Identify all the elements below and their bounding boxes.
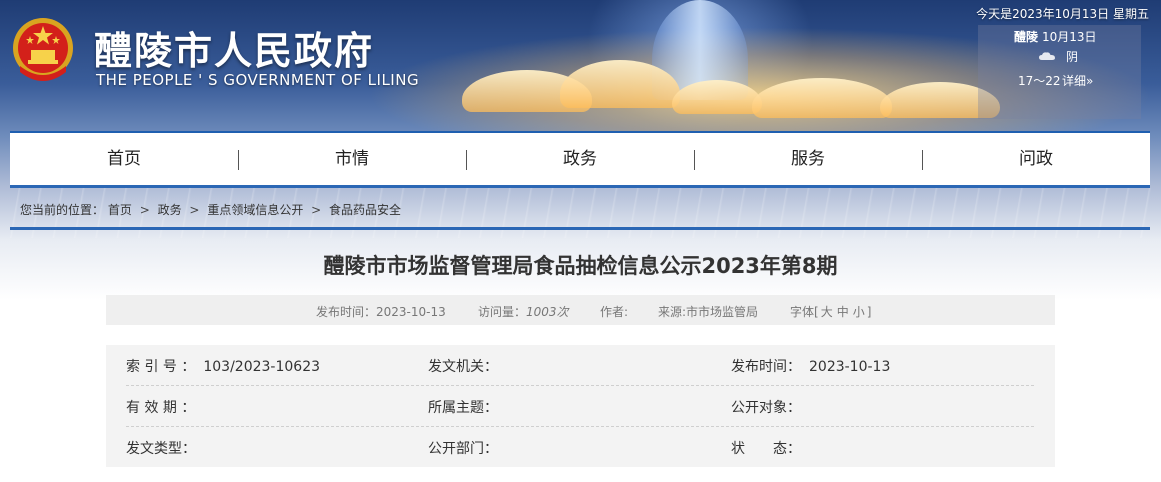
breadcrumb-separator: > [139,203,150,217]
breadcrumb-prefix: 您当前的位置： [20,203,105,217]
info-doc-type: 发文类型： [126,438,204,458]
info-validity: 有 效 期 ： [126,397,203,417]
breadcrumb-food-drug-safety[interactable]: 食品药品安全 [329,203,401,217]
weather-city: 醴陵 [1014,30,1039,44]
info-row: 有 效 期 ： 所属主题： 公开对象： [126,386,1034,427]
weather-detail-link[interactable]: 详细» [1062,72,1093,89]
breadcrumb: 您当前的位置： 首页 > 政务 > 重点领域信息公开 > 食品药品安全 [20,201,401,218]
nav-item-city-info[interactable]: 市情 [238,133,466,185]
site-title[interactable]: 醴陵市人民政府 [94,20,374,75]
info-topic-label: 所属主题： [428,400,498,416]
info-dept: 公开部门： [428,438,506,458]
breadcrumb-government-affairs[interactable]: 政务 [158,203,182,217]
meta-visits-value: 1003次 [526,305,569,319]
breadcrumb-key-disclosure[interactable]: 重点领域信息公开 [207,203,303,217]
info-index: 索 引 号 ： 103/2023-10623 [126,356,320,376]
info-topic: 所属主题： [428,397,506,417]
banner-dome [752,78,892,118]
info-status: 状 态： [731,438,809,458]
font-size-label: 字体[ [790,305,819,319]
weather-date: 10月13日 [1042,30,1097,44]
national-emblem-icon[interactable] [10,14,76,84]
info-date-value: 2023-10-13 [809,359,891,375]
article-title: 醴陵市市场监督管理局食品抽检信息公示2023年第8期 [323,254,838,278]
info-row: 索 引 号 ： 103/2023-10623 发文机关： 发布时间： 2023-10… [126,345,1034,386]
info-index-label: 索 引 号 ： [126,359,196,375]
info-audience-label: 公开对象： [731,400,801,416]
site-subtitle: THE PEOPLE ' S GOVERNMENT OF LILING [96,71,420,89]
info-validity-label: 有 效 期 ： [126,400,196,416]
nav-item-inquiry[interactable]: 问政 [922,133,1150,185]
font-size-control: 字体[大中小] [790,303,871,320]
today-date: 今天是2023年10月13日 星期五 [976,7,1149,21]
info-audience: 公开对象： [731,397,809,417]
font-size-small-button[interactable]: 小 [853,305,865,319]
nav-item-services[interactable]: 服务 [694,133,922,185]
info-issuer: 发文机关： [428,356,506,376]
meta-visits-label: 访问量： [478,305,527,319]
meta-source: 来源:市市场监管局 [658,305,759,319]
info-date-label: 发布时间： [731,359,801,375]
main-nav: 首页 市情 政务 服务 问政 [10,131,1150,188]
weather-temperature: 17～22 [1018,74,1061,88]
font-size-medium-button[interactable]: 中 [837,305,849,319]
info-doc-type-label: 发文类型： [126,441,196,457]
font-size-close: ] [866,305,872,319]
info-row: 发文类型： 公开部门： 状 态： [126,427,1034,467]
weather-condition: 阴 [1066,50,1079,64]
meta-published: 发布时间：2023-10-13 [316,305,446,319]
breadcrumb-home[interactable]: 首页 [108,203,132,217]
cloud-icon [1039,52,1055,60]
info-index-value: 103/2023-10623 [203,359,321,375]
document-info-table: 索 引 号 ： 103/2023-10623 发文机关： 发布时间： 2023-10… [106,345,1055,467]
nav-item-home[interactable]: 首页 [10,133,238,185]
weather-widget: 醴陵 10月13日 阴 17～22 详细» [978,25,1141,119]
info-date: 发布时间： 2023-10-13 [731,356,890,376]
font-size-large-button[interactable]: 大 [821,305,833,319]
nav-item-government-affairs[interactable]: 政务 [466,133,694,185]
meta-author: 作者: [600,305,629,319]
info-dept-label: 公开部门： [428,441,498,457]
info-status-label: 状 态： [731,441,801,457]
content-divider [10,227,1150,230]
breadcrumb-separator: > [311,203,322,217]
info-issuer-label: 发文机关： [428,359,498,375]
meta-visits: 访问量：1003次 [478,303,569,320]
article-meta-bar: 发布时间：2023-10-13 访问量：1003次 作者: 来源:市市场监管局 … [106,295,1055,325]
breadcrumb-separator: > [189,203,200,217]
